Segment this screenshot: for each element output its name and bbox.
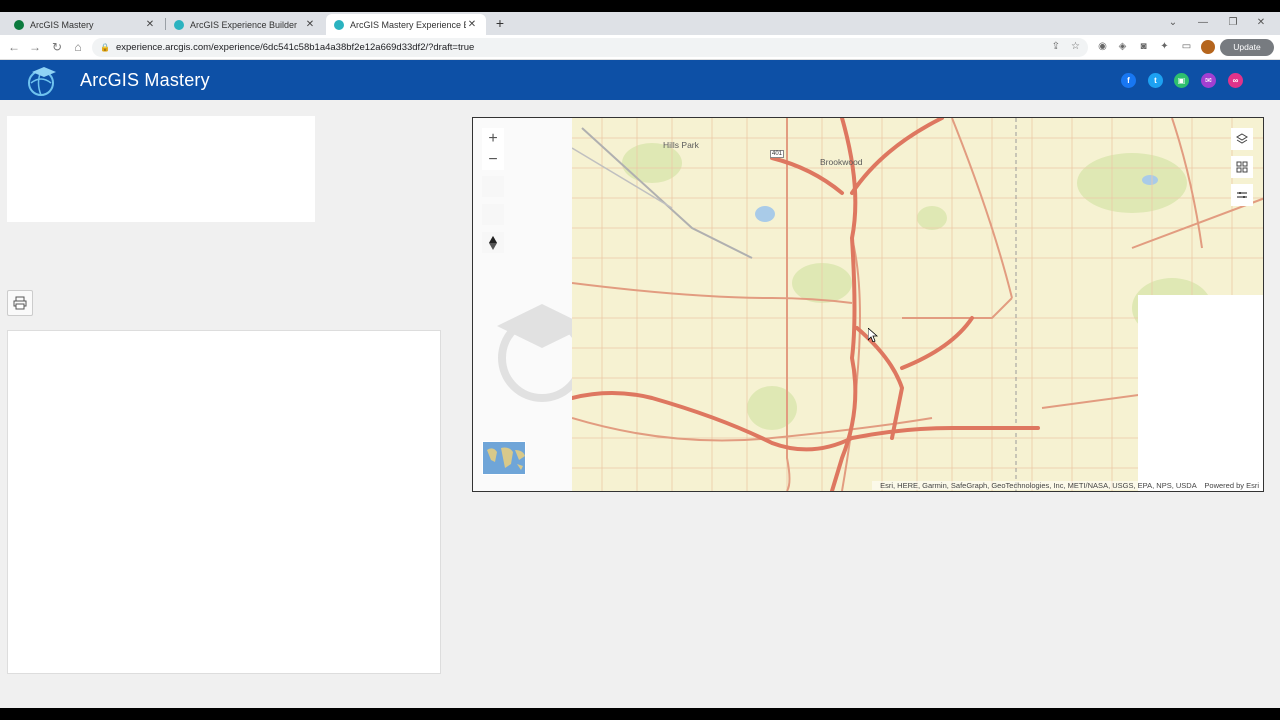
powered-by-esri[interactable]: Powered by Esri bbox=[1204, 481, 1259, 490]
restore-icon[interactable]: ❐ bbox=[1225, 15, 1241, 31]
layers-button[interactable] bbox=[1231, 128, 1253, 150]
tab-mastery-experience-builder[interactable]: ArcGIS Mastery Experience Builder ✕ bbox=[326, 14, 486, 35]
app-title: ArcGIS Mastery bbox=[80, 70, 210, 90]
email-icon[interactable]: ✉ bbox=[1201, 73, 1216, 88]
map-view[interactable]: Hills Park Brookwood 401 Esri, HERE, Gar… bbox=[570, 118, 1263, 491]
close-window-icon[interactable]: ✕ bbox=[1253, 15, 1269, 31]
tab-arcgis-mastery[interactable]: ArcGIS Mastery ✕ bbox=[6, 14, 164, 35]
legend-button[interactable] bbox=[1231, 184, 1253, 206]
bookmark-star-icon[interactable]: ☆ bbox=[1071, 41, 1080, 52]
tab-title: ArcGIS Experience Builder bbox=[190, 19, 298, 30]
address-bar[interactable]: 🔒 experience.arcgis.com/experience/6dc54… bbox=[92, 38, 1088, 57]
share-page-icon[interactable]: ⇪ bbox=[1052, 41, 1060, 52]
layers-icon bbox=[1236, 133, 1248, 144]
twitter-icon[interactable]: t bbox=[1148, 73, 1163, 88]
reload-icon[interactable]: ↻ bbox=[49, 39, 65, 55]
side-panel-icon[interactable]: ▭ bbox=[1180, 40, 1193, 53]
experience-builder-favicon-icon bbox=[174, 19, 184, 30]
map-attribution: Esri, HERE, Garmin, SafeGraph, GeoTechno… bbox=[872, 481, 1261, 490]
basemap-gallery-icon bbox=[1236, 161, 1248, 173]
close-tab-icon[interactable]: ✕ bbox=[304, 19, 316, 30]
map-unloaded-tile-area bbox=[1138, 295, 1263, 491]
home-icon[interactable]: ⌂ bbox=[70, 39, 86, 55]
widget-panel-top bbox=[7, 116, 315, 222]
locate-button[interactable] bbox=[482, 204, 504, 225]
print-button[interactable] bbox=[7, 290, 33, 316]
profile-avatar[interactable] bbox=[1201, 40, 1215, 54]
extension-icon[interactable]: ◈ bbox=[1116, 40, 1129, 53]
experience-builder-favicon-icon bbox=[334, 19, 344, 30]
back-icon[interactable]: ← bbox=[6, 39, 22, 55]
tab-experience-builder[interactable]: ArcGIS Experience Builder ✕ bbox=[166, 14, 324, 35]
update-button[interactable]: Update bbox=[1220, 39, 1274, 56]
close-tab-icon[interactable]: ✕ bbox=[466, 19, 478, 30]
compass-button[interactable] bbox=[482, 232, 504, 253]
app-header: ArcGIS Mastery f t ▣ ✉ ∞ bbox=[0, 60, 1280, 100]
basemap-gallery-button[interactable] bbox=[1231, 156, 1253, 178]
tab-title: ArcGIS Mastery Experience Builder bbox=[350, 19, 466, 30]
browser-window: ArcGIS Mastery ✕ ArcGIS Experience Build… bbox=[0, 12, 1280, 708]
overview-map[interactable] bbox=[482, 441, 526, 475]
map-label-brookwood: Brookwood bbox=[820, 157, 863, 167]
share-icon[interactable]: ▣ bbox=[1174, 73, 1189, 88]
minimize-icon[interactable]: — bbox=[1195, 15, 1211, 31]
arcgis-favicon-icon bbox=[14, 19, 24, 30]
compass-icon bbox=[489, 235, 497, 250]
facebook-icon[interactable]: f bbox=[1121, 73, 1136, 88]
lock-icon: 🔒 bbox=[100, 43, 110, 52]
browser-toolbar: ← → ↻ ⌂ 🔒 experience.arcgis.com/experien… bbox=[0, 35, 1280, 60]
arcgis-mastery-logo-icon bbox=[28, 67, 56, 96]
zoom-out-button[interactable]: − bbox=[482, 149, 504, 170]
url-text[interactable]: experience.arcgis.com/experience/6dc541c… bbox=[116, 42, 474, 53]
map-widget[interactable]: Hills Park Brookwood 401 Esri, HERE, Gar… bbox=[472, 117, 1264, 492]
print-icon bbox=[13, 296, 27, 310]
new-tab-icon[interactable]: + bbox=[492, 15, 508, 31]
home-map-button[interactable] bbox=[482, 176, 504, 197]
world-map-thumbnail bbox=[483, 442, 525, 474]
legend-icon bbox=[1237, 192, 1247, 198]
link-icon[interactable]: ∞ bbox=[1228, 73, 1243, 88]
extension-icon[interactable]: ◉ bbox=[1096, 40, 1109, 53]
tab-strip: ArcGIS Mastery ✕ ArcGIS Experience Build… bbox=[0, 12, 1280, 35]
tab-search-icon[interactable]: ⌄ bbox=[1165, 15, 1181, 31]
map-label-hills-park: Hills Park bbox=[663, 140, 699, 150]
widget-panel-bottom bbox=[7, 330, 441, 674]
forward-icon[interactable]: → bbox=[27, 39, 43, 55]
extensions-puzzle-icon[interactable]: ✦ bbox=[1158, 40, 1171, 53]
close-tab-icon[interactable]: ✕ bbox=[144, 19, 156, 30]
mouse-cursor-icon bbox=[868, 328, 878, 342]
highway-shield-label: 401 bbox=[770, 150, 785, 158]
zoom-in-button[interactable]: + bbox=[482, 128, 504, 149]
tab-title: ArcGIS Mastery bbox=[30, 19, 94, 30]
extension-icon[interactable]: ◙ bbox=[1137, 40, 1150, 53]
attribution-text: Esri, HERE, Garmin, SafeGraph, GeoTechno… bbox=[880, 481, 1197, 490]
